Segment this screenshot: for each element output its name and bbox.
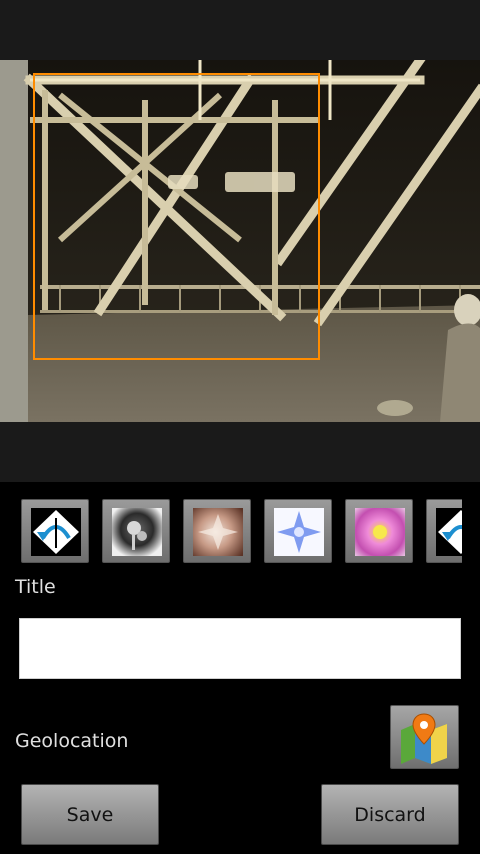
geolocation-label: Geolocation	[15, 730, 129, 752]
filter-thumb-vivid[interactable]	[345, 499, 413, 563]
filter-thumb-rotate-left[interactable]	[21, 499, 89, 563]
discard-button[interactable]: Discard	[321, 784, 459, 845]
top-bar	[0, 0, 480, 60]
blue-tone-filter-icon	[274, 508, 324, 556]
filter-thumb-vintage[interactable]	[102, 499, 170, 563]
map-pin-icon	[401, 713, 447, 764]
rotate-left-icon	[31, 508, 81, 556]
title-label: Title	[15, 576, 56, 598]
filter-thumb-blue-tone[interactable]	[264, 499, 332, 563]
vivid-filter-icon	[355, 508, 405, 556]
filter-strip[interactable]	[21, 499, 462, 563]
filter-thumb-warm[interactable]	[183, 499, 251, 563]
preview-bottom-bar	[0, 422, 480, 482]
geolocation-map-button[interactable]	[390, 705, 459, 769]
save-button[interactable]: Save	[21, 784, 159, 845]
filter-thumb-rotate-right[interactable]	[426, 499, 462, 563]
crop-rectangle[interactable]	[33, 73, 320, 360]
photo-preview[interactable]	[0, 60, 480, 422]
warm-filter-icon	[193, 508, 243, 556]
rotate-right-icon	[436, 508, 462, 556]
vintage-filter-icon	[112, 508, 162, 556]
title-input[interactable]	[19, 618, 461, 679]
